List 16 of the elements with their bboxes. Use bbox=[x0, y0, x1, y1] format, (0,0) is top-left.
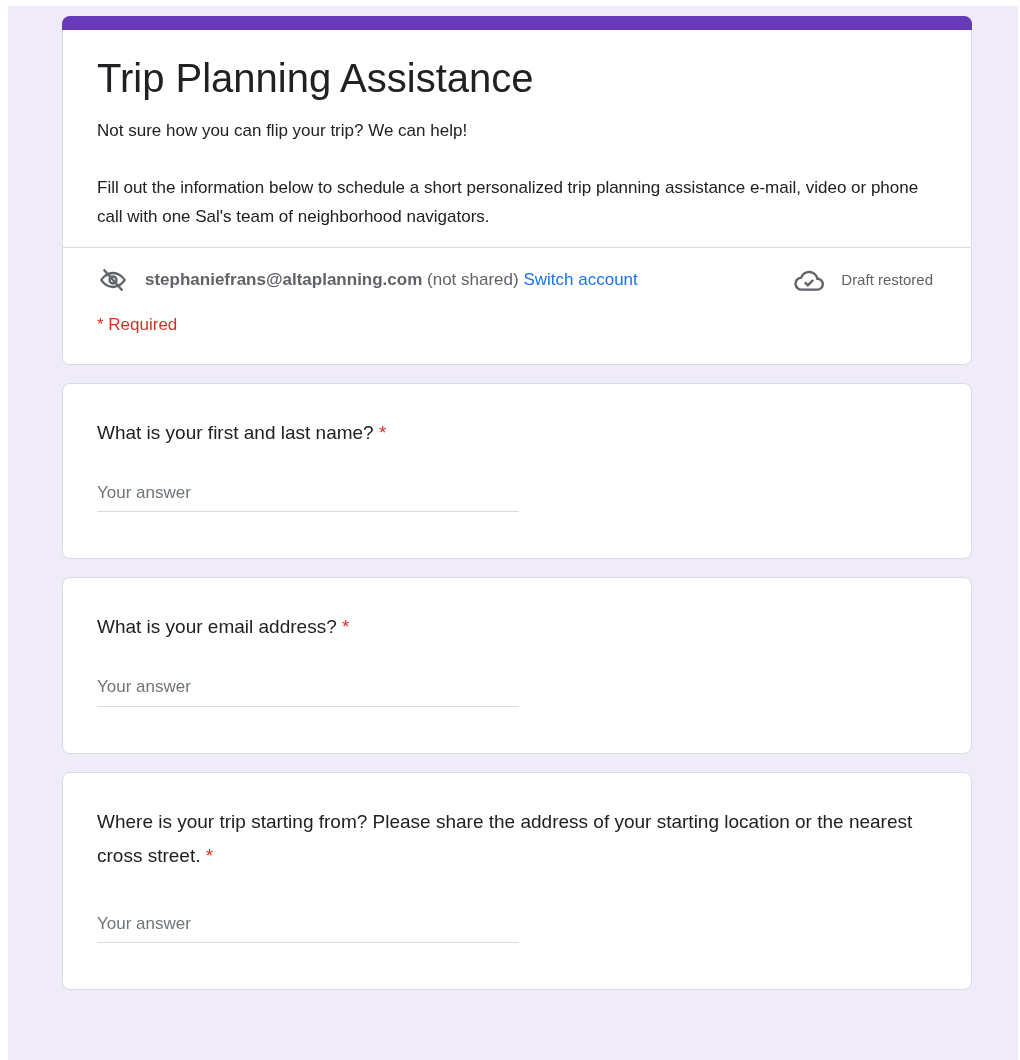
switch-account-link[interactable]: Switch account bbox=[523, 270, 638, 290]
answer-field[interactable]: Your answer bbox=[97, 668, 519, 707]
form-title: Trip Planning Assistance bbox=[96, 55, 535, 102]
description-text: Fill out the information below to schedule a short personalized trip planning assistance e-mail, video or phone call with one Sal's team of neighborhood navigators. bbox=[97, 177, 920, 228]
question-text: What is your email address? * bbox=[96, 615, 351, 639]
cloud-check-icon bbox=[793, 268, 826, 292]
account-email: stephaniefrans@altaplanning.com bbox=[145, 270, 423, 290]
sharing-status: (not shared) bbox=[427, 270, 519, 290]
question-text: What is your first and last name? * bbox=[96, 420, 388, 445]
description-text: Not sure how you can flip your trip? We can help! bbox=[97, 120, 469, 142]
required-note: * Required bbox=[97, 314, 179, 336]
hidden-eye-icon bbox=[97, 266, 129, 294]
answer-field[interactable]: Your answer bbox=[97, 473, 519, 512]
question-text: Where is your trip starting from? Please share the address of your starting location or the nearest cross street. * bbox=[96, 809, 914, 868]
answer-field[interactable]: Your answer bbox=[97, 904, 519, 943]
draft-status: Draft restored bbox=[841, 269, 933, 290]
